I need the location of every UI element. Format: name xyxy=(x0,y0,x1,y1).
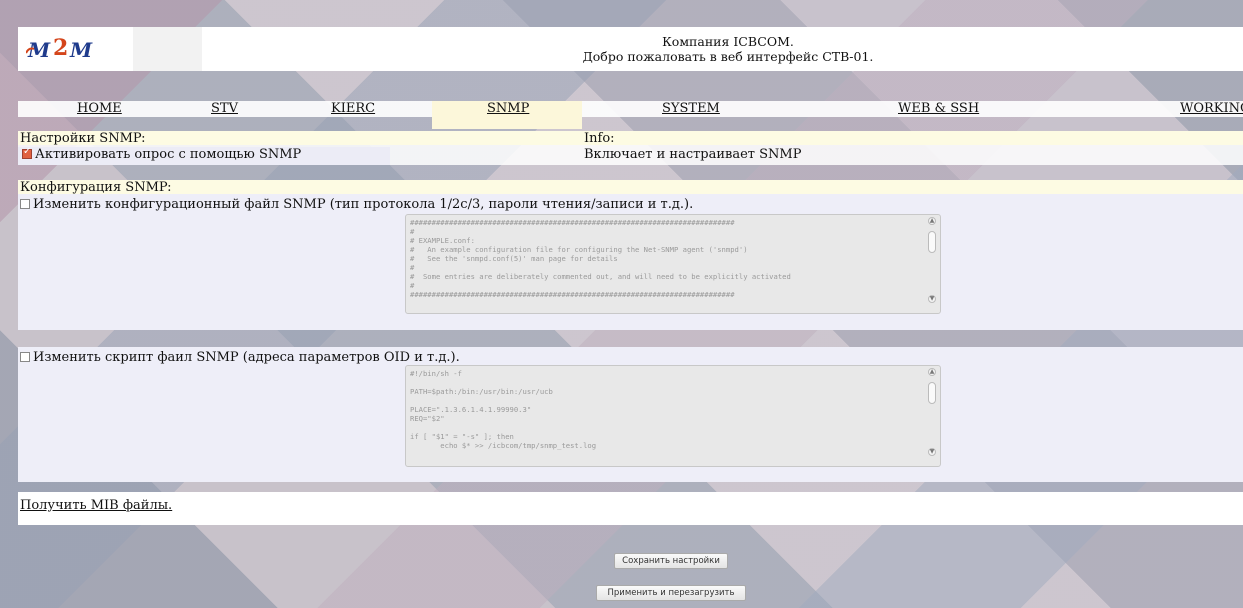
svg-text:2: 2 xyxy=(53,35,68,61)
conf-scrollbar[interactable]: ▲ ▼ xyxy=(928,217,936,311)
mib-row: Получить MIB файлы. xyxy=(18,492,1243,525)
scroll-thumb[interactable] xyxy=(928,231,936,253)
scroll-down-icon[interactable]: ▼ xyxy=(928,448,936,456)
snmp-settings-title: Настройки SNMP: xyxy=(20,131,146,146)
info-label: Info: xyxy=(584,131,615,146)
snmp-settings-row: Активировать опрос с помощью SNMP Включа… xyxy=(18,145,1243,165)
snmp-config-title: Конфигурация SNMP: xyxy=(20,180,172,195)
apply-reboot-button[interactable]: Применить и перезагрузить xyxy=(596,585,746,601)
conf-edit-panel: Изменить конфигурационный файл SNMP (тип… xyxy=(18,194,1243,330)
snmp-config-header: Конфигурация SNMP: xyxy=(18,180,1243,195)
script-scrollbar[interactable]: ▲ ▼ xyxy=(928,368,936,464)
edit-script-label: Изменить скрипт фаил SNMP (адреса параме… xyxy=(33,350,460,365)
company-logo: M 2 M xyxy=(18,27,202,71)
tab-system[interactable]: SYSTEM xyxy=(662,101,720,116)
logo-icon: M 2 M xyxy=(26,35,93,62)
scroll-down-icon[interactable]: ▼ xyxy=(928,295,936,303)
scroll-up-icon[interactable]: ▲ xyxy=(928,368,936,376)
script-textarea[interactable]: #!/bin/sh -f PATH=$path:/bin:/usr/bin:/u… xyxy=(405,365,941,467)
tab-kierc[interactable]: KIERC xyxy=(331,101,375,116)
tab-web-ssh[interactable]: WEB & SSH xyxy=(898,101,979,116)
welcome-text: Компания ICBCOM. Добро пожаловать в веб … xyxy=(578,34,878,64)
tab-working[interactable]: WORKING xyxy=(1180,101,1243,116)
save-settings-button[interactable]: Сохранить настройки xyxy=(614,553,728,569)
svg-text:M: M xyxy=(27,38,51,62)
edit-conf-checkbox[interactable] xyxy=(20,199,30,209)
edit-script-checkbox[interactable] xyxy=(20,352,30,362)
tab-stv[interactable]: STV xyxy=(211,101,238,116)
scroll-up-icon[interactable]: ▲ xyxy=(928,217,936,225)
info-text: Включает и настраивает SNMP xyxy=(584,147,802,162)
activate-snmp-label: Активировать опрос с помощью SNMP xyxy=(35,147,302,162)
tab-snmp[interactable]: SNMP xyxy=(487,101,529,116)
welcome-message: Добро пожаловать в веб интерфейс СТВ-01. xyxy=(582,49,874,64)
snmp-settings-header: Настройки SNMP: Info: xyxy=(18,131,1243,146)
script-edit-panel: Изменить скрипт фаил SNMP (адреса параме… xyxy=(18,347,1243,482)
main-nav: HOME STV KIERC SNMP SYSTEM WEB & SSH WOR… xyxy=(18,101,1243,129)
activate-row: Активировать опрос с помощью SNMP xyxy=(18,146,390,165)
scroll-thumb[interactable] xyxy=(928,382,936,404)
activate-snmp-checkbox[interactable] xyxy=(22,146,32,159)
get-mib-files-link[interactable]: Получить MIB файлы. xyxy=(20,498,172,513)
conf-textarea[interactable]: ########################################… xyxy=(405,214,941,314)
tab-home[interactable]: HOME xyxy=(77,101,122,116)
edit-conf-label: Изменить конфигурационный файл SNMP (тип… xyxy=(33,197,694,212)
header-bar: M 2 M Компания ICBCOM. Добро пожаловать … xyxy=(18,27,1243,71)
svg-text:M: M xyxy=(69,38,93,62)
company-name: Компания ICBCOM. xyxy=(662,34,794,49)
